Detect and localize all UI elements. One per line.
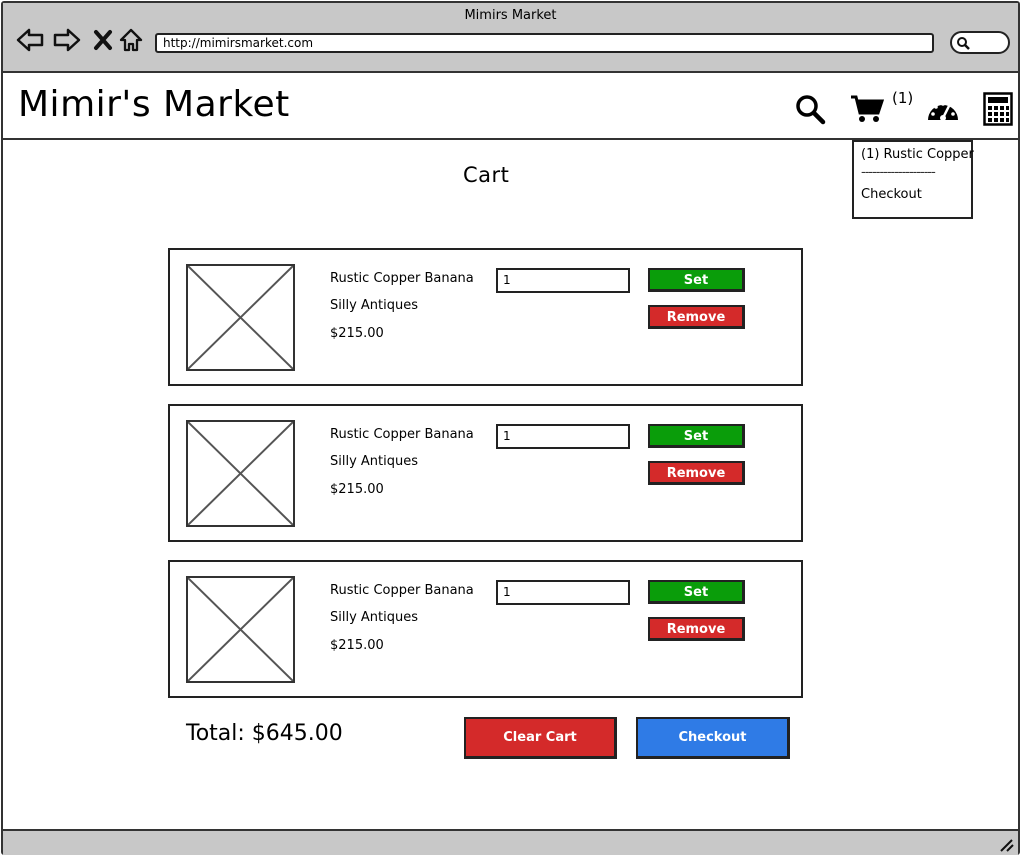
product-name: Rustic Copper Banana [330, 271, 474, 286]
cart-dropdown: (1) Rustic Copper -------------------- C… [852, 140, 974, 219]
product-seller: Silly Antiques [330, 298, 419, 313]
quantity-input[interactable]: 1 [496, 424, 630, 449]
clear-cart-button[interactable]: Clear Cart [464, 717, 617, 759]
status-bar [3, 829, 1018, 855]
set-quantity-button[interactable]: Set Quantity [648, 580, 745, 622]
product-price: $215.00 [330, 638, 384, 653]
page-title: Cart [463, 163, 510, 187]
search-icon[interactable] [792, 91, 828, 127]
product-seller: Silly Antiques [330, 454, 419, 469]
product-price: $215.00 [330, 482, 384, 497]
checkout-button[interactable]: Checkout [636, 717, 790, 759]
product-image-placeholder [186, 420, 295, 527]
set-quantity-button[interactable]: Set Quantity [648, 268, 745, 310]
stop-icon[interactable] [88, 25, 118, 55]
home-icon[interactable] [116, 25, 146, 55]
cart-icon[interactable] [849, 91, 885, 127]
back-icon[interactable] [15, 25, 45, 55]
product-image-placeholder [186, 576, 295, 683]
remove-button[interactable]: Remove [648, 617, 745, 641]
browser-window: Mimirs Market http://mimirsmarket.com Mi… [1, 1, 1020, 855]
remove-button[interactable]: Remove [648, 461, 745, 485]
product-seller: Silly Antiques [330, 610, 419, 625]
browser-chrome: Mimirs Market http://mimirsmarket.com [3, 3, 1018, 73]
cart-dropdown-item[interactable]: (1) Rustic Copper [861, 146, 974, 164]
cart-count-badge: (1) [892, 89, 914, 107]
quantity-input[interactable]: 1 [496, 580, 630, 605]
product-image-placeholder [186, 264, 295, 371]
calculator-icon[interactable] [980, 91, 1016, 127]
cart-item: Rustic Copper Banana Silly Antiques $215… [168, 248, 803, 386]
brand-logo[interactable]: Mimir's Market [18, 83, 290, 127]
site-header: Mimir's Market (1) [3, 73, 1018, 140]
dashboard-icon[interactable] [925, 91, 961, 127]
cart-item: Rustic Copper Banana Silly Antiques $215… [168, 404, 803, 542]
address-bar[interactable]: http://mimirsmarket.com [155, 33, 934, 53]
quantity-input[interactable]: 1 [496, 268, 630, 293]
product-name: Rustic Copper Banana [330, 583, 474, 598]
product-name: Rustic Copper Banana [330, 427, 474, 442]
cart-dropdown-divider: -------------------- [861, 165, 936, 180]
product-price: $215.00 [330, 326, 384, 341]
cart-item: Rustic Copper Banana Silly Antiques $215… [168, 560, 803, 698]
set-quantity-button[interactable]: Set Quantity [648, 424, 745, 466]
resize-grip-icon[interactable] [998, 838, 1014, 852]
window-title: Mimirs Market [464, 8, 557, 23]
browser-search-field[interactable] [950, 31, 1010, 54]
forward-icon[interactable] [52, 25, 82, 55]
cart-dropdown-checkout[interactable]: Checkout [861, 182, 964, 208]
magnifier-icon [957, 37, 970, 50]
remove-button[interactable]: Remove [648, 305, 745, 329]
cart-total: Total: $645.00 [186, 721, 343, 746]
